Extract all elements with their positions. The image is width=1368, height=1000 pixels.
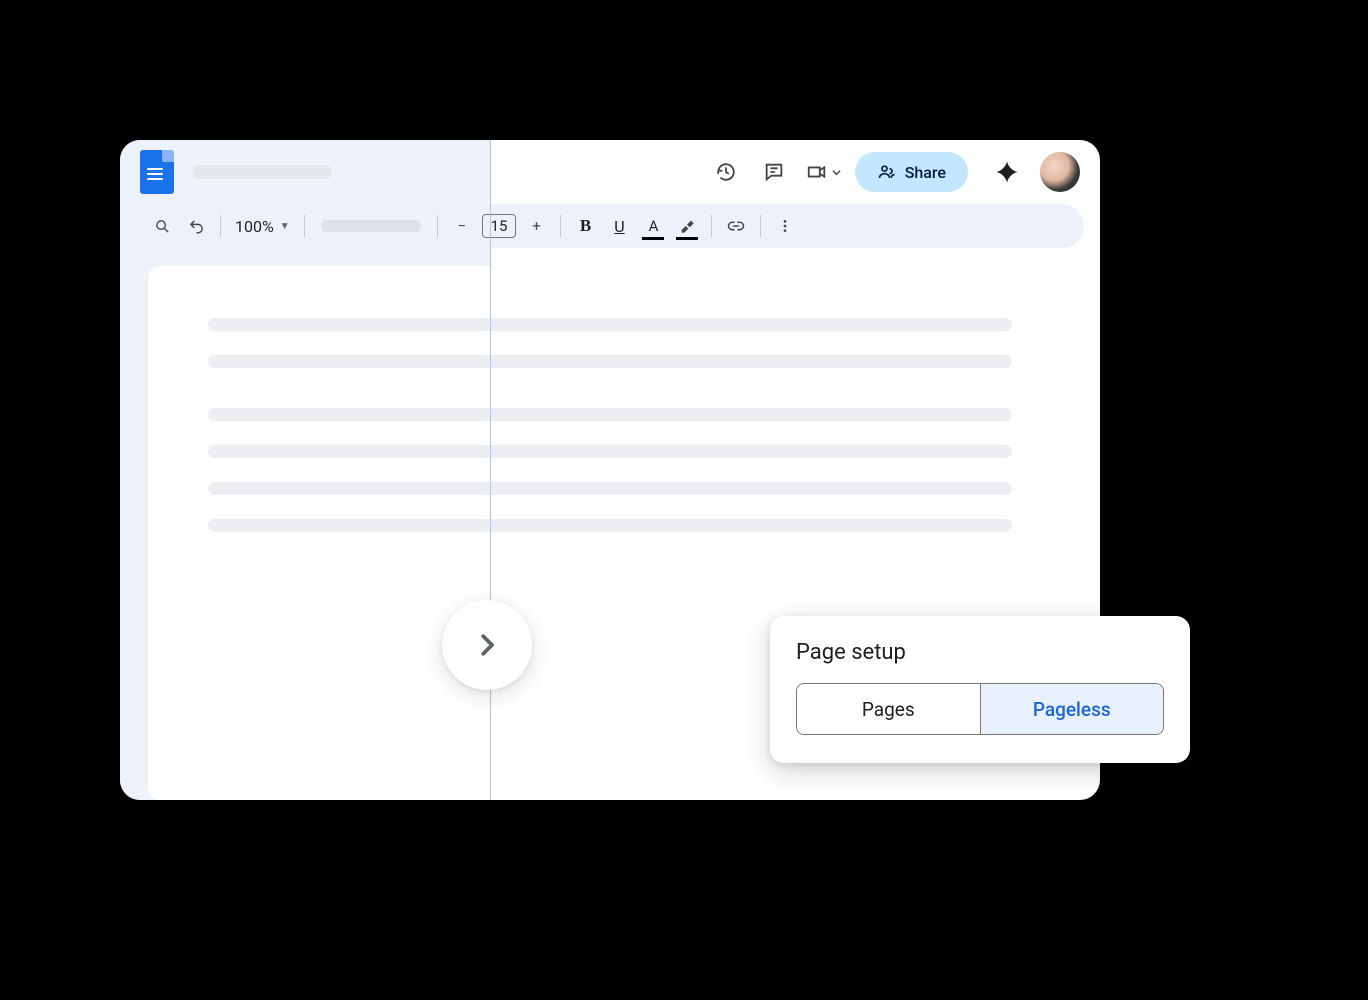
share-button[interactable]: Share [855, 152, 968, 192]
font-size-increase[interactable]: + [520, 210, 552, 242]
zoom-selector[interactable]: 100% ▼ [229, 217, 296, 236]
more-options-button[interactable] [769, 210, 801, 242]
zoom-value: 100% [235, 217, 274, 236]
chevron-right-icon [472, 630, 502, 660]
header-bar: Share [120, 140, 1100, 204]
doc-title-placeholder[interactable] [192, 165, 332, 179]
text-placeholder [208, 519, 1012, 532]
caret-down-icon: ▼ [280, 221, 290, 232]
undo-icon [188, 218, 205, 235]
text-placeholder [208, 355, 1012, 368]
page-boundary-line [490, 140, 491, 800]
page-setup-popover: Page setup Pages Pageless [770, 616, 1190, 763]
text-placeholder [208, 408, 1012, 421]
comments-button[interactable] [754, 152, 794, 192]
people-icon [877, 162, 897, 182]
search-icon [154, 218, 171, 235]
toolbar-container: 100% ▼ − 15 + B U A [120, 204, 1100, 248]
highlight-button[interactable] [671, 210, 703, 242]
undo-button[interactable] [180, 210, 212, 242]
caret-down-icon [832, 168, 841, 177]
text-placeholder [208, 318, 1012, 331]
underline-button[interactable]: U [603, 210, 635, 242]
share-label: Share [905, 163, 946, 182]
highlighter-icon [679, 218, 695, 234]
meet-button[interactable] [802, 152, 845, 192]
docs-logo-icon[interactable] [140, 150, 174, 194]
text-placeholder [208, 445, 1012, 458]
bold-button[interactable]: B [569, 210, 601, 242]
page-setup-segmented-control: Pages Pageless [796, 683, 1164, 735]
font-size-input[interactable]: 15 [482, 214, 517, 238]
sparkle-icon [994, 159, 1020, 185]
insert-link-button[interactable] [720, 210, 752, 242]
more-vert-icon [777, 218, 793, 234]
pages-option[interactable]: Pages [797, 684, 980, 734]
gemini-button[interactable] [994, 159, 1020, 185]
font-size-decrease[interactable]: − [446, 210, 478, 242]
font-selector-placeholder[interactable] [321, 220, 421, 232]
user-avatar[interactable] [1040, 152, 1080, 192]
transition-indicator [442, 600, 532, 690]
history-icon [715, 161, 737, 183]
history-button[interactable] [706, 152, 746, 192]
link-icon [727, 217, 745, 235]
comment-icon [763, 161, 785, 183]
pageless-option[interactable]: Pageless [980, 684, 1164, 734]
search-button[interactable] [146, 210, 178, 242]
page-setup-title: Page setup [796, 640, 1164, 665]
toolbar: 100% ▼ − 15 + B U A [136, 204, 1084, 248]
text-placeholder [208, 482, 1012, 495]
video-icon [806, 161, 828, 183]
text-color-button[interactable]: A [637, 210, 669, 242]
